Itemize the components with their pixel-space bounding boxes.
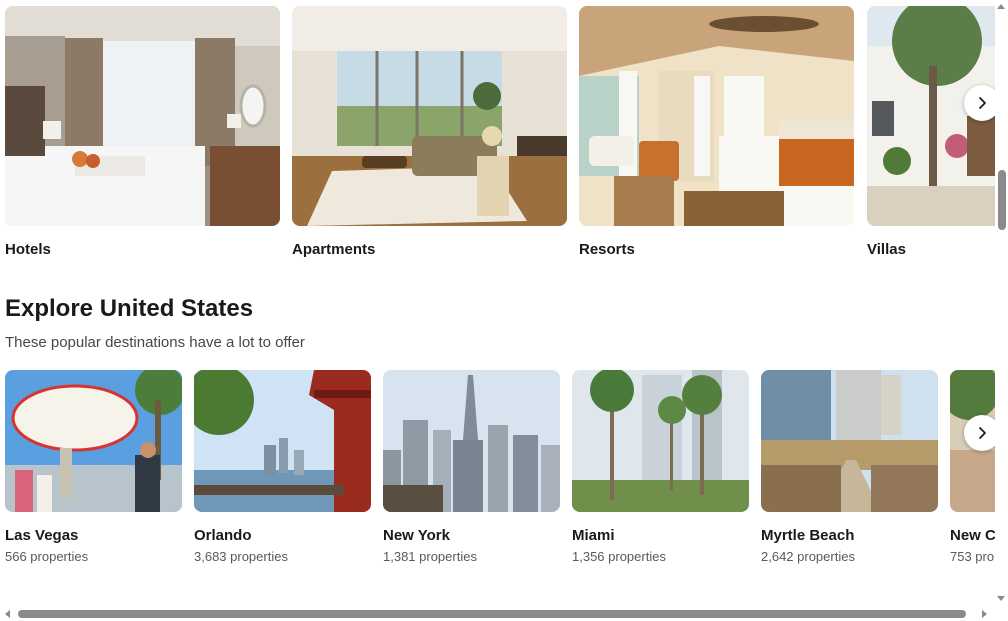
destination-card-myrtle-beach[interactable]: Myrtle Beach 2,642 properties xyxy=(761,370,938,565)
apartment-living-room-image[interactable] xyxy=(292,6,567,226)
property-type-carousel: Hotels Apartments Resorts Villas xyxy=(5,6,995,266)
destination-name[interactable]: New C xyxy=(950,527,995,545)
horizontal-scrollbar[interactable] xyxy=(0,606,1008,621)
property-type-card-hotels[interactable]: Hotels xyxy=(5,6,280,259)
vertical-scrollbar[interactable] xyxy=(995,0,1008,606)
destination-card-las-vegas[interactable]: Las Vegas 566 properties xyxy=(5,370,182,565)
orlando-image[interactable] xyxy=(194,370,371,512)
property-type-label[interactable]: Resorts xyxy=(579,241,854,259)
new-york-image[interactable] xyxy=(383,370,560,512)
scroll-down-arrow-icon[interactable] xyxy=(997,596,1005,601)
destination-name[interactable]: Miami xyxy=(572,527,749,545)
las-vegas-image[interactable] xyxy=(5,370,182,512)
property-type-label[interactable]: Hotels xyxy=(5,241,280,259)
property-type-card-apartments[interactable]: Apartments xyxy=(292,6,567,259)
destination-card-miami[interactable]: Miami 1,356 properties xyxy=(572,370,749,565)
destination-property-count: 753 pro xyxy=(950,549,995,564)
page: Hotels Apartments Resorts Villas Explore… xyxy=(0,0,1008,621)
property-type-label[interactable]: Apartments xyxy=(292,241,567,259)
resort-bedroom-image[interactable] xyxy=(579,6,854,226)
destination-property-count: 2,642 properties xyxy=(761,549,855,564)
destination-name[interactable]: Las Vegas xyxy=(5,527,182,545)
destination-property-count: 3,683 properties xyxy=(194,549,288,564)
section-title: Explore United States xyxy=(5,295,254,322)
section-subtitle: These popular destinations have a lot to… xyxy=(5,334,305,351)
chevron-right-icon xyxy=(979,97,986,109)
property-type-card-villas[interactable]: Villas xyxy=(867,6,995,259)
myrtle-beach-image[interactable] xyxy=(761,370,938,512)
destination-name[interactable]: Orlando xyxy=(194,527,371,545)
destination-name[interactable]: New York xyxy=(383,527,560,545)
destination-property-count: 1,356 properties xyxy=(572,549,666,564)
vertical-scrollbar-thumb[interactable] xyxy=(998,170,1006,230)
horizontal-scrollbar-thumb[interactable] xyxy=(18,610,966,618)
scroll-right-arrow-icon[interactable] xyxy=(982,610,987,618)
property-type-card-resorts[interactable]: Resorts xyxy=(579,6,854,259)
miami-image[interactable] xyxy=(572,370,749,512)
scroll-left-arrow-icon[interactable] xyxy=(5,610,10,618)
destination-property-count: 566 properties xyxy=(5,549,89,564)
property-type-label[interactable]: Villas xyxy=(867,241,995,259)
destination-card-partial[interactable]: New C 753 pro xyxy=(950,370,995,565)
destination-carousel: Las Vegas 566 properties Orlando 3,683 p… xyxy=(5,370,995,575)
chevron-right-icon xyxy=(979,427,986,439)
destination-card-orlando[interactable]: Orlando 3,683 properties xyxy=(194,370,371,565)
destination-card-new-york[interactable]: New York 1,381 properties xyxy=(383,370,560,565)
scroll-up-arrow-icon[interactable] xyxy=(997,4,1005,9)
destination-property-count: 1,381 properties xyxy=(383,549,477,564)
destination-name[interactable]: Myrtle Beach xyxy=(761,527,938,545)
hotel-room-image[interactable] xyxy=(5,6,280,226)
